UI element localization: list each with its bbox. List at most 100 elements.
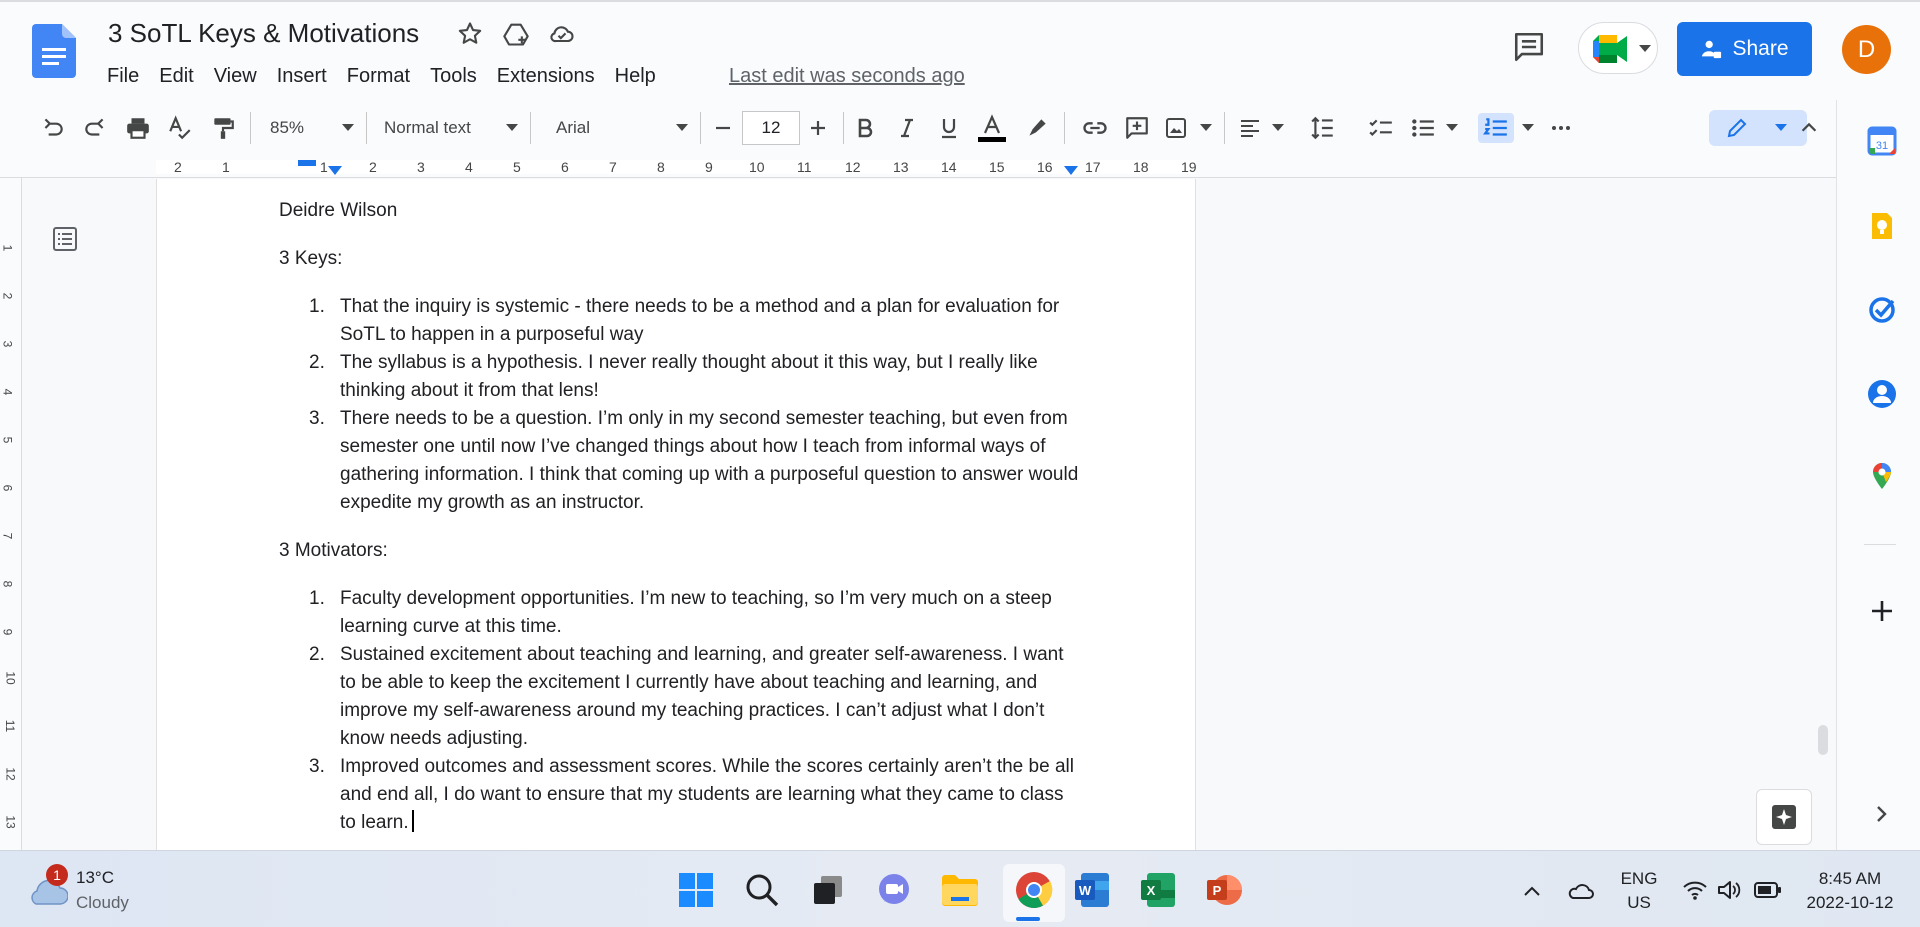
onedrive-icon[interactable] [1566, 879, 1594, 901]
highlight-color-button[interactable] [1022, 113, 1052, 143]
explore-button[interactable] [1756, 789, 1812, 845]
paint-format-button[interactable] [208, 113, 238, 143]
menu-tools[interactable]: Tools [420, 62, 487, 90]
menu-extensions[interactable]: Extensions [487, 62, 605, 90]
contacts-icon[interactable] [1867, 379, 1897, 409]
undo-button[interactable] [38, 113, 68, 143]
last-edit-link[interactable]: Last edit was seconds ago [729, 62, 965, 90]
numbered-list-button[interactable] [1478, 113, 1514, 143]
text-color-button[interactable] [976, 113, 1008, 143]
chevron-down-icon [342, 124, 354, 131]
print-button[interactable] [123, 113, 153, 143]
chrome-button[interactable] [1014, 870, 1054, 910]
account-avatar[interactable]: D [1842, 25, 1891, 74]
decrease-font-size-button[interactable] [708, 113, 738, 143]
list-item[interactable]: 1. That the inquiry is systemic - there n… [279, 293, 1079, 349]
clock-time[interactable]: 8:45 AM [1790, 869, 1910, 889]
move-to-drive-icon[interactable] [502, 20, 530, 48]
meet-button[interactable] [1578, 22, 1658, 74]
list-item[interactable]: 3. Improved outcomes and assessment score… [279, 753, 1079, 837]
bulleted-list-button[interactable] [1410, 113, 1458, 143]
motivators-heading[interactable]: 3 Motivators: [279, 537, 1079, 565]
battery-icon[interactable] [1754, 881, 1782, 899]
clock-date[interactable]: 2022-10-12 [1790, 893, 1910, 913]
document-title[interactable]: 3 SoTL Keys & Motivations [108, 18, 419, 49]
bold-button[interactable] [850, 113, 880, 143]
redo-icon [85, 118, 104, 136]
list-item[interactable]: 2. Sustained excitement about teaching an… [279, 641, 1079, 753]
list-item[interactable]: 1. Faculty development opportunities. I’m… [279, 585, 1079, 641]
horizontal-ruler[interactable]: 2 1 1 2 3 4 5 6 7 8 9 10 11 12 13 14 15 … [0, 156, 1836, 178]
word-button[interactable]: W [1072, 870, 1112, 910]
side-panel-divider [1864, 544, 1896, 545]
font-size-input[interactable]: 12 [742, 111, 800, 145]
increase-font-size-button[interactable] [803, 113, 833, 143]
start-button[interactable] [676, 870, 716, 910]
insert-image-button[interactable] [1164, 113, 1212, 143]
calendar-icon[interactable]: 31 [1867, 126, 1897, 156]
author-line[interactable]: Deidre Wilson [279, 197, 1079, 225]
menu-help[interactable]: Help [605, 62, 666, 90]
comments-icon[interactable] [1512, 30, 1546, 64]
first-line-indent-marker[interactable] [298, 160, 316, 166]
excel-button[interactable]: X [1138, 870, 1178, 910]
show-hidden-icons-icon[interactable] [1522, 881, 1542, 901]
menu-insert[interactable]: Insert [267, 62, 337, 90]
ruler-number: 19 [1181, 159, 1197, 175]
powerpoint-button[interactable]: P [1204, 870, 1244, 910]
maps-icon[interactable] [1867, 461, 1897, 491]
insert-link-button[interactable] [1080, 113, 1110, 143]
wifi-icon[interactable] [1682, 879, 1708, 901]
task-view-button[interactable] [808, 870, 848, 910]
add-comment-button[interactable] [1122, 113, 1152, 143]
file-explorer-button[interactable] [940, 870, 980, 910]
italic-button[interactable] [892, 113, 922, 143]
document-body[interactable]: Deidre Wilson 3 Keys: 1. That the inquiry… [279, 197, 1079, 857]
cloud-saved-icon[interactable] [548, 20, 576, 48]
line-spacing-button[interactable] [1308, 113, 1338, 143]
undo-icon [44, 118, 63, 136]
menu-file[interactable]: File [107, 62, 149, 90]
underline-button[interactable] [934, 113, 964, 143]
checklist-button[interactable] [1366, 113, 1396, 143]
paragraph-style-select[interactable]: Normal text [384, 113, 518, 143]
vertical-ruler[interactable]: 1 2 3 4 5 6 7 8 9 10 11 12 13 [0, 178, 22, 850]
menu-format[interactable]: Format [337, 62, 420, 90]
chevron-right-icon[interactable] [1867, 799, 1897, 829]
scrollbar-thumb[interactable] [1818, 725, 1828, 755]
menu-view[interactable]: View [204, 62, 267, 90]
left-indent-marker[interactable] [328, 166, 342, 176]
list-item[interactable]: 3. There needs to be a question. I’m only… [279, 405, 1079, 517]
font-select[interactable]: Arial [556, 113, 688, 143]
document-outline-icon[interactable] [52, 226, 78, 252]
menu-edit[interactable]: Edit [149, 62, 203, 90]
hide-menus-button[interactable] [1794, 113, 1824, 143]
input-language[interactable]: ENG [1614, 869, 1664, 889]
align-left-icon [1241, 120, 1259, 137]
keep-icon[interactable] [1867, 211, 1897, 241]
editing-mode-button[interactable] [1709, 110, 1807, 146]
add-addon-icon[interactable] [1867, 596, 1897, 626]
teams-chat-button[interactable] [874, 870, 914, 910]
numbered-list-options[interactable] [1520, 113, 1536, 143]
document-page[interactable]: Deidre Wilson 3 Keys: 1. That the inquiry… [156, 179, 1196, 850]
keys-heading[interactable]: 3 Keys: [279, 245, 1079, 273]
chevron-up-icon [1801, 122, 1817, 132]
chevron-down-icon [1775, 124, 1787, 131]
list-item[interactable]: 2. The syllabus is a hypothesis. I never … [279, 349, 1079, 405]
toolbar-divider [366, 112, 367, 144]
tasks-icon[interactable] [1867, 295, 1897, 325]
input-region[interactable]: US [1614, 893, 1664, 913]
redo-button[interactable] [80, 113, 110, 143]
zoom-select[interactable]: 85% [270, 113, 354, 143]
docs-logo-icon[interactable] [32, 24, 76, 78]
star-icon[interactable] [456, 20, 484, 48]
align-button[interactable] [1238, 113, 1284, 143]
right-indent-marker[interactable] [1064, 166, 1078, 176]
volume-icon[interactable] [1716, 879, 1742, 901]
more-options-button[interactable] [1546, 113, 1576, 143]
share-button[interactable]: Share [1677, 22, 1812, 76]
chevron-down-icon [1200, 124, 1212, 131]
spelling-button[interactable] [165, 113, 195, 143]
search-button[interactable] [742, 870, 782, 910]
